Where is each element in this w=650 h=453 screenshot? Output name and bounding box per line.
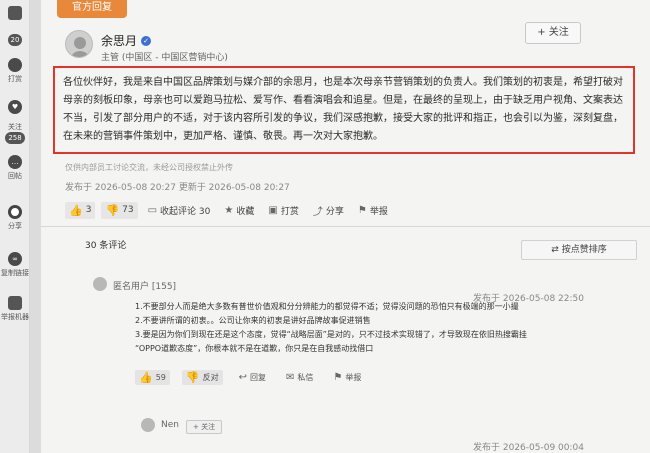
rail-label-tip: 打赏 bbox=[8, 75, 22, 83]
comment-icon: ▭ bbox=[147, 204, 158, 216]
favorite-button[interactable]: ★ 收藏 bbox=[220, 202, 258, 219]
rail-item-crop[interactable]: 举报机器 bbox=[0, 296, 30, 322]
comment-line: 3.要是因为你们到现在还是这个态度，觉得“战略层面”是对的，只不过技术实现错了，… bbox=[135, 330, 527, 339]
comment-message-label: 私信 bbox=[297, 373, 314, 382]
comment-report-button[interactable]: ⚑ 举报 bbox=[329, 371, 365, 384]
star-icon: ★ bbox=[224, 204, 234, 216]
post-timestamps: 发布于 2026-05-08 20:27 更新于 2026-05-08 20:2… bbox=[65, 183, 290, 193]
target-icon bbox=[8, 205, 22, 219]
comment-line: “OPPO道歉态度”，你根本就不是在道歉，你只是在自我感动找借口 bbox=[135, 344, 374, 353]
comment-like-count: 59 bbox=[155, 373, 166, 382]
rail-label-share: 分享 bbox=[8, 222, 22, 230]
favorite-label: 收藏 bbox=[236, 206, 255, 217]
sort-by-likes-button[interactable]: ⇄ 按点赞排序 bbox=[521, 240, 637, 260]
comment-follow-tag[interactable]: + 关注 bbox=[186, 420, 223, 434]
comment-avatar[interactable] bbox=[93, 277, 107, 291]
crop-icon bbox=[8, 296, 22, 310]
rail-badge-count: 20 bbox=[7, 34, 23, 46]
comment-action-bar: 👍 59 👎 反对 ↩ 回复 ✉ 私信 ⚑ 举报 bbox=[135, 370, 365, 385]
rail-item-tip[interactable]: 打赏 bbox=[0, 58, 30, 84]
dislike-button[interactable]: 👎 73 bbox=[101, 201, 138, 219]
official-reply-tab[interactable]: 官方回复 bbox=[57, 0, 127, 18]
comment-time: 发布于 2026-05-09 00:04 bbox=[473, 443, 584, 453]
comment-user[interactable]: 匿名用户 [155] bbox=[113, 279, 176, 292]
rail-item-share[interactable]: 分享 bbox=[0, 205, 30, 231]
comment-count: 30 条评论 bbox=[85, 241, 127, 251]
report-label: 举报 bbox=[369, 206, 388, 217]
comment-line: 2.不要讲所谓的初衷。。公司让你来的初衷是讲好品牌故事促进销售 bbox=[135, 316, 371, 325]
rail-badge-follow: 258 bbox=[5, 132, 25, 144]
thumbs-up-icon: 👍 bbox=[139, 371, 153, 384]
comment-line: 1.不要部分人而是绝大多数有普世价值观和分分辨能力的都觉得不适；觉得没问题的恐怕… bbox=[135, 302, 519, 311]
tip-label: 打赏 bbox=[280, 206, 299, 217]
comment-dislike-button[interactable]: 👎 反对 bbox=[181, 370, 223, 385]
thumbs-up-icon: 👍 bbox=[69, 203, 83, 217]
internal-note: 仅供内部员工讨论交流，未经公司授权禁止外传 bbox=[65, 163, 233, 172]
comment-icon: … bbox=[8, 155, 22, 169]
post-body: 各位伙伴好，我是来自中国区品牌策划与媒介部的余思月，也是本次母亲节营销策划的负责… bbox=[63, 77, 623, 142]
author-department: 主管 (中国区 - 中国区营销中心) bbox=[101, 53, 228, 63]
dislike-count: 73 bbox=[122, 205, 134, 215]
link-icon: ∞ bbox=[8, 252, 22, 266]
share-label: 分享 bbox=[325, 206, 344, 217]
comment-reply-label: 回复 bbox=[249, 373, 266, 382]
verified-icon: ✓ bbox=[141, 35, 152, 46]
comment-like-button[interactable]: 👍 59 bbox=[135, 370, 170, 385]
comment-user[interactable]: Nen bbox=[161, 420, 179, 430]
share-button[interactable]: ⤴ 分享 bbox=[309, 201, 348, 220]
author-name[interactable]: 余思月 bbox=[101, 32, 137, 49]
thumbs-down-icon: 👎 bbox=[185, 371, 200, 384]
like-button[interactable]: 👍 3 bbox=[65, 201, 96, 219]
post-card: 官方回复 余思月 ✓ 主管 (中国区 - 中国区营销中心) + 关注 各位伙伴好… bbox=[40, 0, 650, 453]
collapse-comments-button[interactable]: ▭ 收起评论 30 bbox=[144, 202, 215, 219]
rail-label-crop: 举报机器 bbox=[1, 313, 29, 321]
post-action-bar: 👍 3 👎 73 ▭ 收起评论 30 ★ 收藏 ▣ 打赏 ⤴ 分享 ⚑ 举报 bbox=[65, 200, 392, 220]
comment-reply-button[interactable]: ↩ 回复 bbox=[235, 371, 270, 384]
avatar[interactable] bbox=[65, 30, 93, 58]
collapse-comments-label: 收起评论 30 bbox=[160, 206, 211, 217]
comment-message-button[interactable]: ✉ 私信 bbox=[282, 371, 317, 384]
rail-item-like[interactable]: ♥ bbox=[0, 100, 30, 114]
like-count: 3 bbox=[85, 205, 92, 215]
book-icon bbox=[8, 6, 22, 20]
comment-report-label: 举报 bbox=[345, 373, 362, 382]
rail-label-reply: 回帖 bbox=[8, 172, 22, 180]
comment-avatar[interactable] bbox=[141, 418, 155, 432]
rail-label-follow: 关注 bbox=[8, 123, 22, 131]
rail-item-doc[interactable]: 20 bbox=[0, 34, 30, 46]
divider bbox=[41, 226, 650, 227]
rail-item-follow[interactable]: 关注 258 bbox=[0, 120, 30, 144]
post-highlight-box: 各位伙伴好，我是来自中国区品牌策划与媒介部的余思月，也是本次母亲节营销策划的负责… bbox=[53, 66, 635, 154]
rail-item-link[interactable]: ∞ 复制链接 bbox=[0, 252, 30, 278]
share-icon: ⤴ bbox=[312, 206, 323, 218]
tip-button[interactable]: ▣ 打赏 bbox=[264, 202, 302, 219]
badge-icon bbox=[8, 58, 22, 72]
author-line: 余思月 ✓ bbox=[101, 32, 152, 49]
mail-icon: ✉ bbox=[285, 372, 295, 383]
rail-item-reply[interactable]: … 回帖 bbox=[0, 155, 30, 181]
gift-icon: ▣ bbox=[268, 204, 278, 216]
flag-icon: ⚑ bbox=[333, 372, 343, 383]
comment-dislike-label: 反对 bbox=[202, 373, 219, 382]
follow-button[interactable]: + 关注 bbox=[525, 22, 581, 44]
heart-icon: ♥ bbox=[8, 100, 22, 114]
reply-icon: ↩ bbox=[238, 372, 247, 383]
left-rail: 20 打赏 ♥ 关注 258 … 回帖 分享 ∞ 复制链接 举报机器 bbox=[0, 0, 30, 453]
thumbs-down-icon: 👎 bbox=[105, 203, 120, 217]
rail-label-link: 复制链接 bbox=[1, 269, 29, 277]
flag-icon: ⚑ bbox=[357, 204, 367, 216]
rail-item-book[interactable] bbox=[0, 6, 30, 20]
report-button[interactable]: ⚑ 举报 bbox=[354, 202, 392, 219]
comment-body: 1.不要部分人而是绝大多数有普世价值观和分分辨能力的都觉得不适；觉得没问题的恐怕… bbox=[135, 300, 635, 356]
